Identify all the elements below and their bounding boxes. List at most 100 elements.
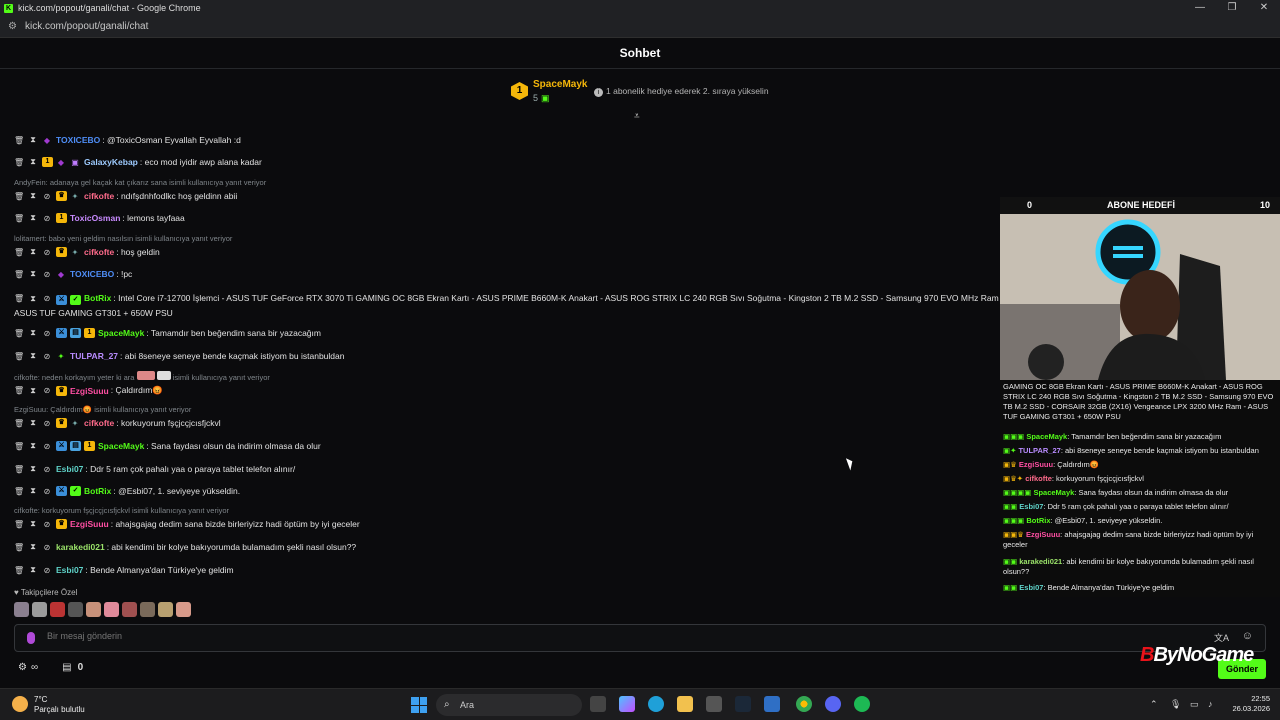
username[interactable]: ToxicOsman: [70, 213, 120, 223]
username[interactable]: Esbi07: [56, 565, 83, 575]
timeout-icon[interactable]: ⧗: [28, 542, 38, 552]
trash-icon[interactable]: 🗑: [14, 465, 24, 474]
emoji-picker-icon[interactable]: ☺: [1242, 630, 1253, 642]
trash-icon[interactable]: 🗑: [14, 248, 24, 257]
timeout-icon[interactable]: ⧗: [28, 328, 38, 338]
username[interactable]: BotRix: [84, 486, 111, 496]
trash-icon[interactable]: 🗑: [14, 136, 24, 145]
chat-message-input[interactable]: [47, 631, 1197, 641]
timeout-icon[interactable]: ⧗: [28, 519, 38, 529]
username[interactable]: EzgiSuuu: [70, 386, 109, 396]
emote-icon[interactable]: [104, 602, 119, 617]
copilot-icon[interactable]: [619, 696, 635, 712]
timeout-icon[interactable]: ⧗: [28, 157, 38, 167]
tray-chevron-icon[interactable]: ⌃: [1150, 699, 1158, 710]
emote-icon[interactable]: [140, 602, 155, 617]
trash-icon[interactable]: 🗑: [14, 158, 24, 167]
clock[interactable]: 22:55 26.03.2026: [1232, 694, 1270, 714]
taskbar-search[interactable]: ⌕ Ara: [436, 694, 582, 716]
ban-icon[interactable]: ⊘: [42, 329, 52, 338]
timeout-icon[interactable]: ⧗: [28, 351, 38, 361]
timeout-icon[interactable]: ⧗: [28, 292, 38, 306]
trash-icon[interactable]: 🗑: [14, 419, 24, 428]
site-settings-icon[interactable]: ⚙: [8, 21, 17, 32]
emote-icon[interactable]: [50, 602, 65, 617]
gift-promo[interactable]: i1 abonelik hediye ederek 2. sıraya yüks…: [594, 86, 769, 97]
ban-icon[interactable]: ⊘: [42, 566, 52, 575]
url-text[interactable]: kick.com/popout/ganali/chat: [25, 21, 148, 32]
trash-icon[interactable]: 🗑: [14, 520, 24, 529]
ban-icon[interactable]: ⊘: [42, 292, 52, 306]
username[interactable]: cifkofte: [84, 191, 114, 201]
username[interactable]: karakedi021: [56, 542, 105, 552]
username[interactable]: BotRix: [84, 293, 111, 303]
trash-icon[interactable]: 🗑: [14, 442, 24, 451]
trash-icon[interactable]: 🗑: [14, 386, 24, 395]
timeout-icon[interactable]: ⧗: [28, 386, 38, 396]
trash-icon[interactable]: 🗑: [14, 214, 24, 223]
ban-icon[interactable]: ⊘: [42, 520, 52, 529]
timeout-icon[interactable]: ⧗: [28, 464, 38, 474]
username[interactable]: Esbi07: [56, 464, 83, 474]
file-explorer-icon[interactable]: [677, 696, 693, 712]
username[interactable]: cifkofte: [84, 247, 114, 257]
ban-icon[interactable]: ⊘: [42, 419, 52, 428]
trash-icon[interactable]: 🗑: [14, 352, 24, 361]
microphone-icon[interactable]: [27, 632, 35, 644]
trash-icon[interactable]: 🗑: [14, 543, 24, 552]
timeout-icon[interactable]: ⧗: [28, 269, 38, 279]
task-view-icon[interactable]: [590, 696, 606, 712]
ban-icon[interactable]: ⊘: [42, 543, 52, 552]
timeout-icon[interactable]: ⧗: [28, 486, 38, 496]
trash-icon[interactable]: 🗑: [14, 487, 24, 496]
weather-widget[interactable]: 7°C Parçalı bulutlu: [34, 695, 85, 715]
emote-icon[interactable]: [68, 602, 83, 617]
trash-icon[interactable]: 🗑: [14, 292, 24, 306]
address-bar[interactable]: ⚙ kick.com/popout/ganali/chat: [0, 16, 1280, 38]
trash-icon[interactable]: 🗑: [14, 566, 24, 575]
start-button-icon[interactable]: [411, 697, 427, 713]
trash-icon[interactable]: 🗑: [14, 270, 24, 279]
reply-indicator[interactable]: lolitamert: babo yeni geldim nasılsın is…: [14, 234, 232, 243]
emote-icon[interactable]: [122, 602, 137, 617]
top-gifter-name[interactable]: SpaceMayk: [533, 79, 587, 90]
trash-icon[interactable]: 🗑: [14, 329, 24, 338]
discord-icon[interactable]: [825, 696, 841, 712]
ban-icon[interactable]: ⊘: [42, 442, 52, 451]
timeout-icon[interactable]: ⧗: [28, 247, 38, 257]
close-button[interactable]: ✕: [1248, 0, 1280, 16]
username[interactable]: SpaceMayk: [98, 441, 144, 451]
timeout-icon[interactable]: ⧗: [28, 213, 38, 223]
username[interactable]: GalaxyKebap: [84, 157, 138, 167]
timeout-icon[interactable]: ⧗: [28, 418, 38, 428]
reply-indicator[interactable]: cifkofte: neden korkayım yeter ki ara is…: [14, 371, 270, 382]
chrome-icon[interactable]: [796, 696, 812, 712]
reply-indicator[interactable]: EzgiSuuu: Çaldırdım😡 isimli kullanıcıya …: [14, 405, 191, 414]
ban-icon[interactable]: ⊘: [42, 465, 52, 474]
ban-icon[interactable]: ⊘: [42, 386, 52, 395]
settings-icon[interactable]: ⚙: [18, 662, 27, 673]
timeout-icon[interactable]: ⧗: [28, 191, 38, 201]
store-icon[interactable]: ▤: [62, 662, 71, 673]
username[interactable]: SpaceMayk: [98, 328, 144, 338]
timeout-icon[interactable]: ⧗: [28, 565, 38, 575]
emote-icon[interactable]: [32, 602, 47, 617]
ban-icon[interactable]: ⊘: [42, 487, 52, 496]
microphone-tray-icon[interactable]: 🎙: [1170, 699, 1181, 710]
volume-icon[interactable]: ♪: [1208, 699, 1213, 709]
expand-chevron-icon[interactable]: ⩡: [634, 111, 640, 122]
ban-icon[interactable]: ⊘: [42, 214, 52, 223]
edge-icon[interactable]: [648, 696, 664, 712]
ban-icon[interactable]: ⊘: [42, 248, 52, 257]
spotify-icon[interactable]: [854, 696, 870, 712]
timeout-icon[interactable]: ⧗: [28, 135, 38, 145]
translate-icon[interactable]: 文A: [1214, 631, 1229, 644]
trash-icon[interactable]: 🗑: [14, 192, 24, 201]
ban-icon[interactable]: ⊘: [42, 270, 52, 279]
weather-icon[interactable]: [12, 696, 28, 712]
emote-icon[interactable]: [86, 602, 101, 617]
minimize-button[interactable]: —: [1184, 0, 1216, 16]
username[interactable]: TOXICEBO: [56, 135, 100, 145]
emote-icon[interactable]: [158, 602, 173, 617]
username[interactable]: cifkofte: [84, 418, 114, 428]
